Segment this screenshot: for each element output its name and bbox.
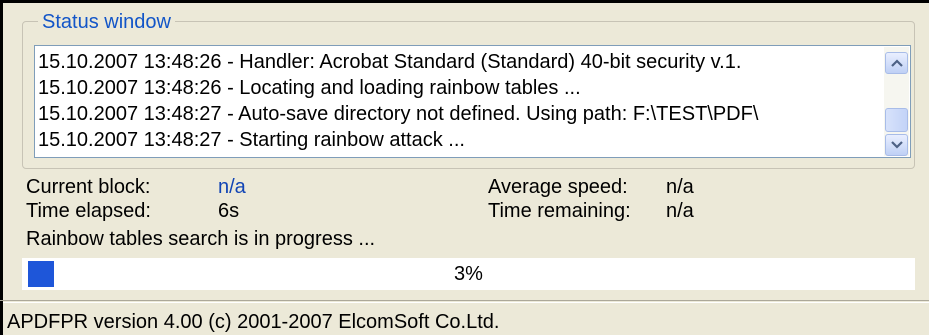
time-elapsed-label: Time elapsed: xyxy=(26,200,151,222)
scroll-up-button[interactable] xyxy=(885,52,908,74)
average-speed-label: Average speed: xyxy=(488,176,628,198)
scroll-down-button[interactable] xyxy=(885,134,908,156)
statusbar-text: APDFPR version 4.00 (c) 2001-2007 ElcomS… xyxy=(7,311,500,333)
average-speed-value: n/a xyxy=(666,176,694,198)
log-line: 15.10.2007 13:48:27 - Auto-save director… xyxy=(38,103,759,125)
statusbar: APDFPR version 4.00 (c) 2001-2007 ElcomS… xyxy=(3,302,929,335)
status-log-lines: 15.10.2007 13:48:26 - Handler: Acrobat S… xyxy=(38,49,882,153)
time-remaining-label: Time remaining: xyxy=(488,200,631,222)
progress-message: Rainbow tables search is in progress ... xyxy=(26,228,376,250)
chevron-up-icon xyxy=(891,59,903,67)
status-window-title: Status window xyxy=(38,11,175,33)
log-line: 15.10.2007 13:48:26 - Handler: Acrobat S… xyxy=(38,51,742,73)
progress-percent: 3% xyxy=(454,263,483,285)
progress-bar: 3% xyxy=(22,258,915,290)
chevron-down-icon xyxy=(891,141,903,149)
window-left-edge xyxy=(0,0,3,335)
log-line: 15.10.2007 13:48:27 - Starting rainbow a… xyxy=(38,129,465,151)
log-scrollbar[interactable] xyxy=(884,47,909,156)
log-line: 15.10.2007 13:48:26 - Locating and loadi… xyxy=(38,77,581,99)
time-remaining-value: n/a xyxy=(666,200,694,222)
statusbar-divider xyxy=(0,300,929,301)
scroll-thumb[interactable] xyxy=(885,108,908,132)
time-elapsed-value: 6s xyxy=(218,200,240,222)
status-log[interactable]: 15.10.2007 13:48:26 - Handler: Acrobat S… xyxy=(34,45,911,158)
current-block-value: n/a xyxy=(218,176,246,198)
current-block-label: Current block: xyxy=(26,176,151,198)
window-top-edge xyxy=(0,0,929,3)
